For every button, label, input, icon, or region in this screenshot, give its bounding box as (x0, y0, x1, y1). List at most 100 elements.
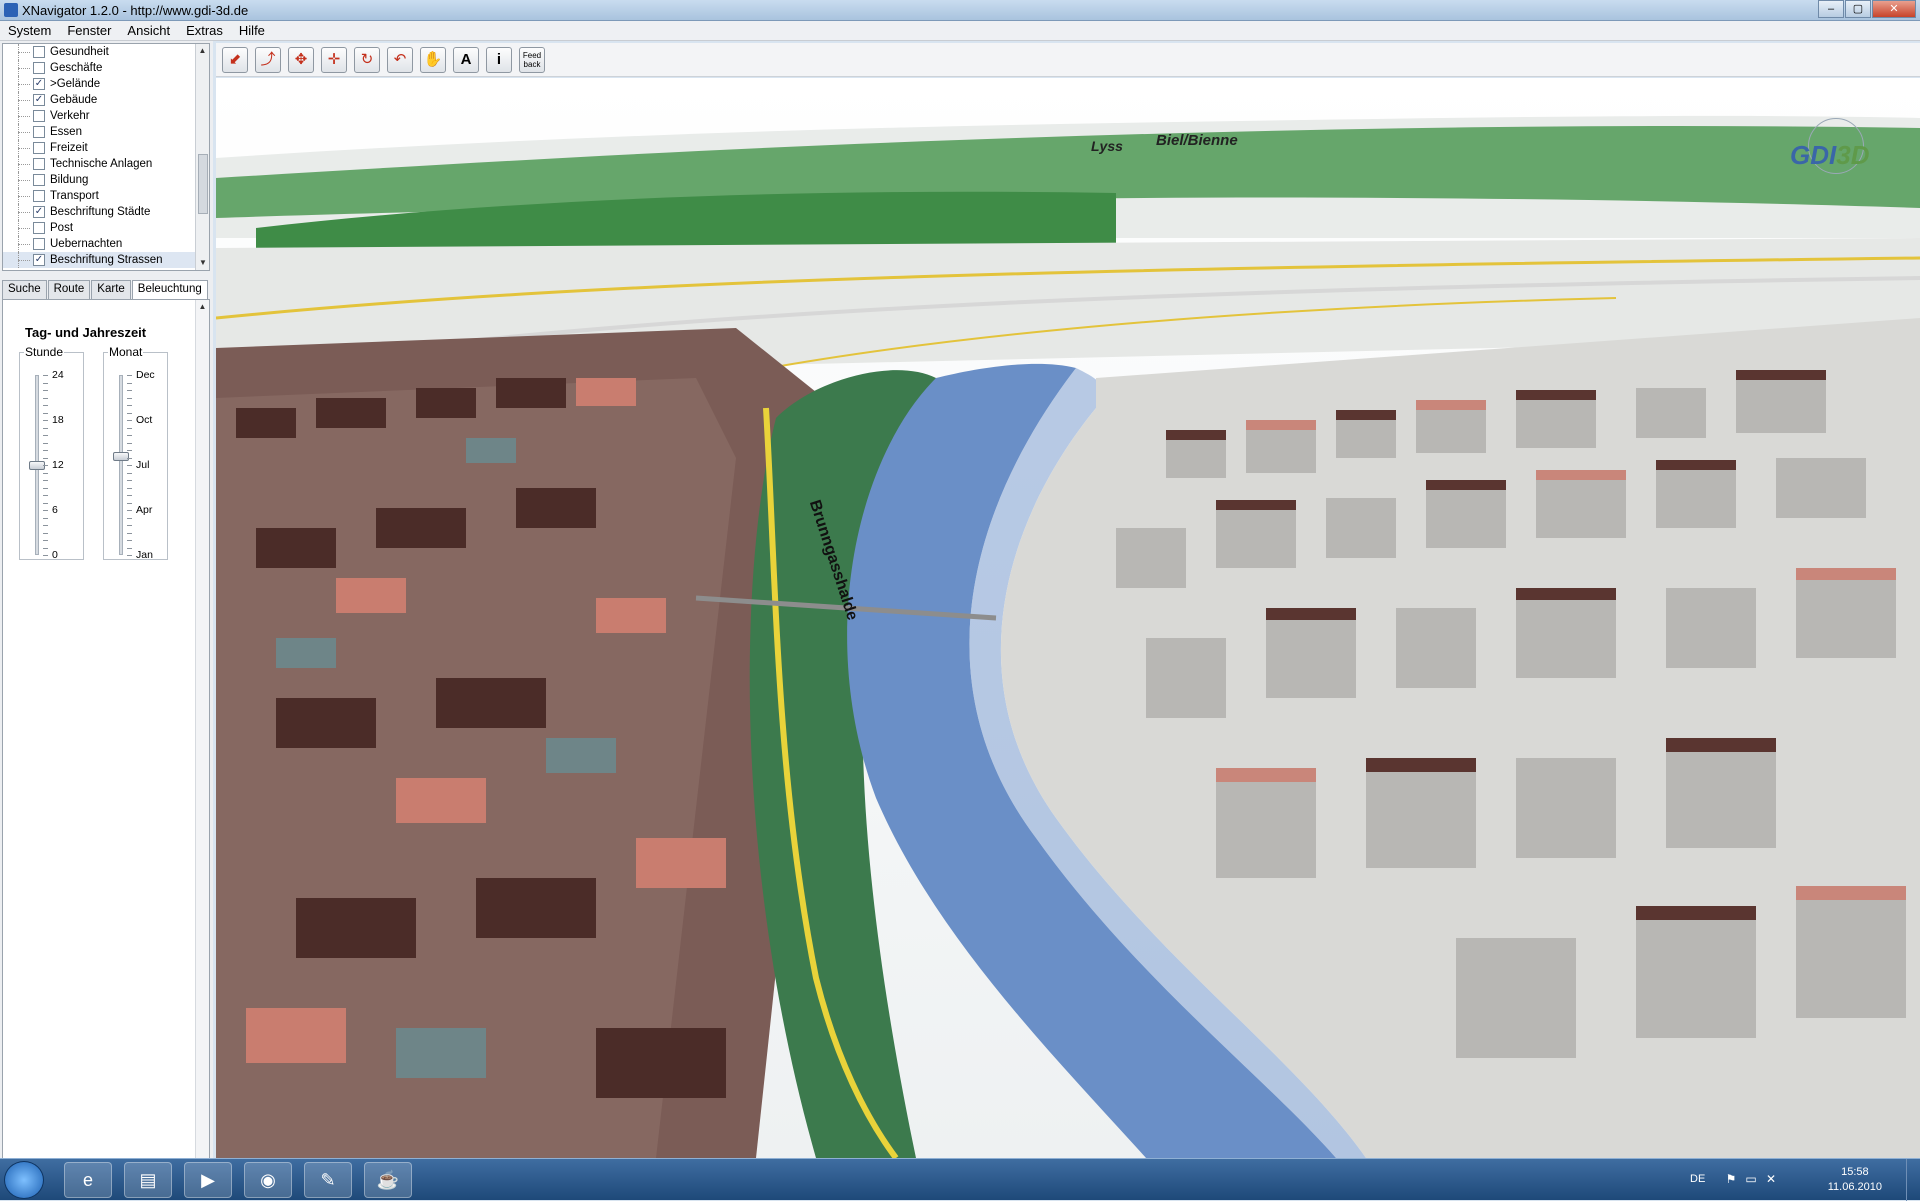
menu-bar: System Fenster Ansicht Extras Hilfe (0, 21, 1920, 41)
move-vertical-icon[interactable]: ✥ (288, 47, 314, 73)
layer-checkbox[interactable]: ✓ (33, 94, 45, 106)
explorer-folder-icon[interactable]: ▤ (124, 1162, 172, 1198)
slider-tick (43, 397, 48, 399)
lighting-panel-scrollbar[interactable]: ▲ ▼ (195, 300, 209, 1196)
layer-label: Beschriftung Städte (50, 206, 151, 218)
minimize-button[interactable]: – (1818, 0, 1844, 18)
move-horizontal-icon[interactable]: ✛ (321, 47, 347, 73)
feedback-button[interactable]: Feed back (519, 47, 545, 73)
slider-tick (127, 465, 132, 466)
layer-item[interactable]: ✓ Beschriftung Strassen (3, 252, 209, 268)
layer-item[interactable]: ✓ >Gelände (3, 76, 209, 92)
layer-item[interactable]: Uebernachten (3, 236, 209, 252)
layer-item[interactable]: Freizeit (3, 140, 209, 156)
layer-item[interactable]: Gesundheit (3, 44, 209, 60)
layer-checkbox[interactable] (33, 190, 45, 202)
menu-system[interactable]: System (0, 23, 59, 38)
slider-tick (43, 442, 48, 444)
layer-item[interactable]: ✓ Gebäude (3, 92, 209, 108)
slider-tick-label: Jan (136, 549, 153, 561)
rotate-left-icon[interactable]: ⬋ (222, 47, 248, 73)
tilt-icon[interactable]: ⤴ (255, 47, 281, 73)
firefox-icon[interactable]: ◉ (244, 1162, 292, 1198)
title-bar: XNavigator 1.2.0 - http://www.gdi-3d.de … (0, 0, 1920, 21)
media-player-icon[interactable]: ▶ (184, 1162, 232, 1198)
menu-ansicht[interactable]: Ansicht (119, 23, 178, 38)
layer-checkbox[interactable] (33, 222, 45, 234)
undo-icon[interactable]: ↶ (387, 47, 413, 73)
menu-hilfe[interactable]: Hilfe (231, 23, 273, 38)
layer-checkbox[interactable] (33, 158, 45, 170)
tab-karte[interactable]: Karte (91, 280, 131, 299)
layer-checkbox[interactable]: ✓ (33, 254, 45, 266)
paint-icon[interactable]: ✎ (304, 1162, 352, 1198)
gdi3d-logo: GDI3D (1790, 118, 1880, 188)
layer-checkbox[interactable] (33, 126, 45, 138)
layer-checkbox[interactable] (33, 238, 45, 250)
layer-item[interactable]: Essen (3, 124, 209, 140)
layer-checkbox[interactable] (33, 142, 45, 154)
slider-tick (43, 412, 48, 414)
3d-map-viewport[interactable]: Lyss Biel/Bienne Brunngasshalde GDI3D (216, 78, 1920, 1158)
tab-suche[interactable]: Suche (2, 280, 47, 299)
show-desktop-button[interactable] (1906, 1159, 1920, 1201)
layer-label: Gebäude (50, 94, 98, 106)
slider-tick (43, 525, 48, 526)
slider-tick (127, 495, 132, 496)
scroll-up-icon[interactable]: ▲ (196, 44, 209, 58)
slider-tick-label: 0 (52, 549, 58, 561)
slider-tick (127, 547, 132, 549)
clock[interactable]: 15:58 11.06.2010 (1828, 1165, 1882, 1195)
rotate-circle-icon[interactable]: ↻ (354, 47, 380, 73)
java-icon[interactable]: ☕ (364, 1162, 412, 1198)
slider-tick (43, 495, 48, 496)
layer-checkbox[interactable] (33, 62, 45, 74)
month-slider-track[interactable] (119, 375, 123, 555)
volume-muted-icon[interactable]: ✕ (1764, 1172, 1778, 1186)
slider-tick (43, 532, 48, 534)
layer-item[interactable]: Technische Anlagen (3, 156, 209, 172)
layer-tree-scrollbar[interactable]: ▲ ▼ (195, 44, 209, 270)
layer-checkbox[interactable] (33, 174, 45, 186)
scroll-thumb[interactable] (198, 154, 208, 214)
layer-item[interactable]: Post (3, 220, 209, 236)
layer-item[interactable]: Transport (3, 188, 209, 204)
tab-route[interactable]: Route (47, 280, 91, 299)
slider-tick (43, 457, 48, 459)
internet-explorer-icon[interactable]: e (64, 1162, 112, 1198)
panel-tabs: Suche Route Karte Beleuchtung (2, 280, 209, 300)
layer-item[interactable]: Verkehr (3, 108, 209, 124)
language-indicator[interactable]: DE (1690, 1173, 1705, 1185)
layer-label: Transport (50, 190, 99, 202)
tab-beleuchtung[interactable]: Beleuchtung (131, 280, 208, 300)
slider-tick (43, 487, 48, 489)
start-button[interactable] (4, 1161, 44, 1199)
layer-checkbox[interactable] (33, 46, 45, 58)
label-a-button[interactable]: A (453, 47, 479, 73)
menu-fenster[interactable]: Fenster (59, 23, 119, 38)
layer-item[interactable]: ✓ Beschriftung Städte (3, 204, 209, 220)
hour-label: Stunde (24, 345, 65, 359)
maximize-button[interactable]: ▢ (1845, 0, 1871, 18)
network-icon[interactable]: ▭ (1744, 1172, 1758, 1186)
slider-tick (43, 510, 48, 511)
layer-checkbox[interactable]: ✓ (33, 206, 45, 218)
logo-text: GDI3D (1790, 140, 1869, 171)
scroll-down-icon[interactable]: ▼ (196, 256, 209, 270)
slider-tick-label: Oct (136, 414, 153, 426)
flag-icon[interactable]: ⚑ (1724, 1172, 1738, 1186)
menu-extras[interactable]: Extras (178, 23, 231, 38)
layer-label: Technische Anlagen (50, 158, 153, 170)
info-button[interactable]: i (486, 47, 512, 73)
month-slider-thumb[interactable] (113, 452, 129, 461)
slider-tick (127, 412, 132, 414)
layer-checkbox[interactable] (33, 110, 45, 122)
close-button[interactable]: ✕ (1872, 0, 1916, 18)
layer-item[interactable]: Bildung (3, 172, 209, 188)
left-panel: Gesundheit Geschäfte ✓ >Gelände ✓ Gebäude Verk… (0, 41, 213, 1197)
layer-item[interactable]: Geschäfte (3, 60, 209, 76)
scroll-up-icon[interactable]: ▲ (196, 300, 209, 314)
place-label-lyss: Lyss (1091, 138, 1123, 154)
layer-checkbox[interactable]: ✓ (33, 78, 45, 90)
hand-pan-icon[interactable]: ✋ (420, 47, 446, 73)
